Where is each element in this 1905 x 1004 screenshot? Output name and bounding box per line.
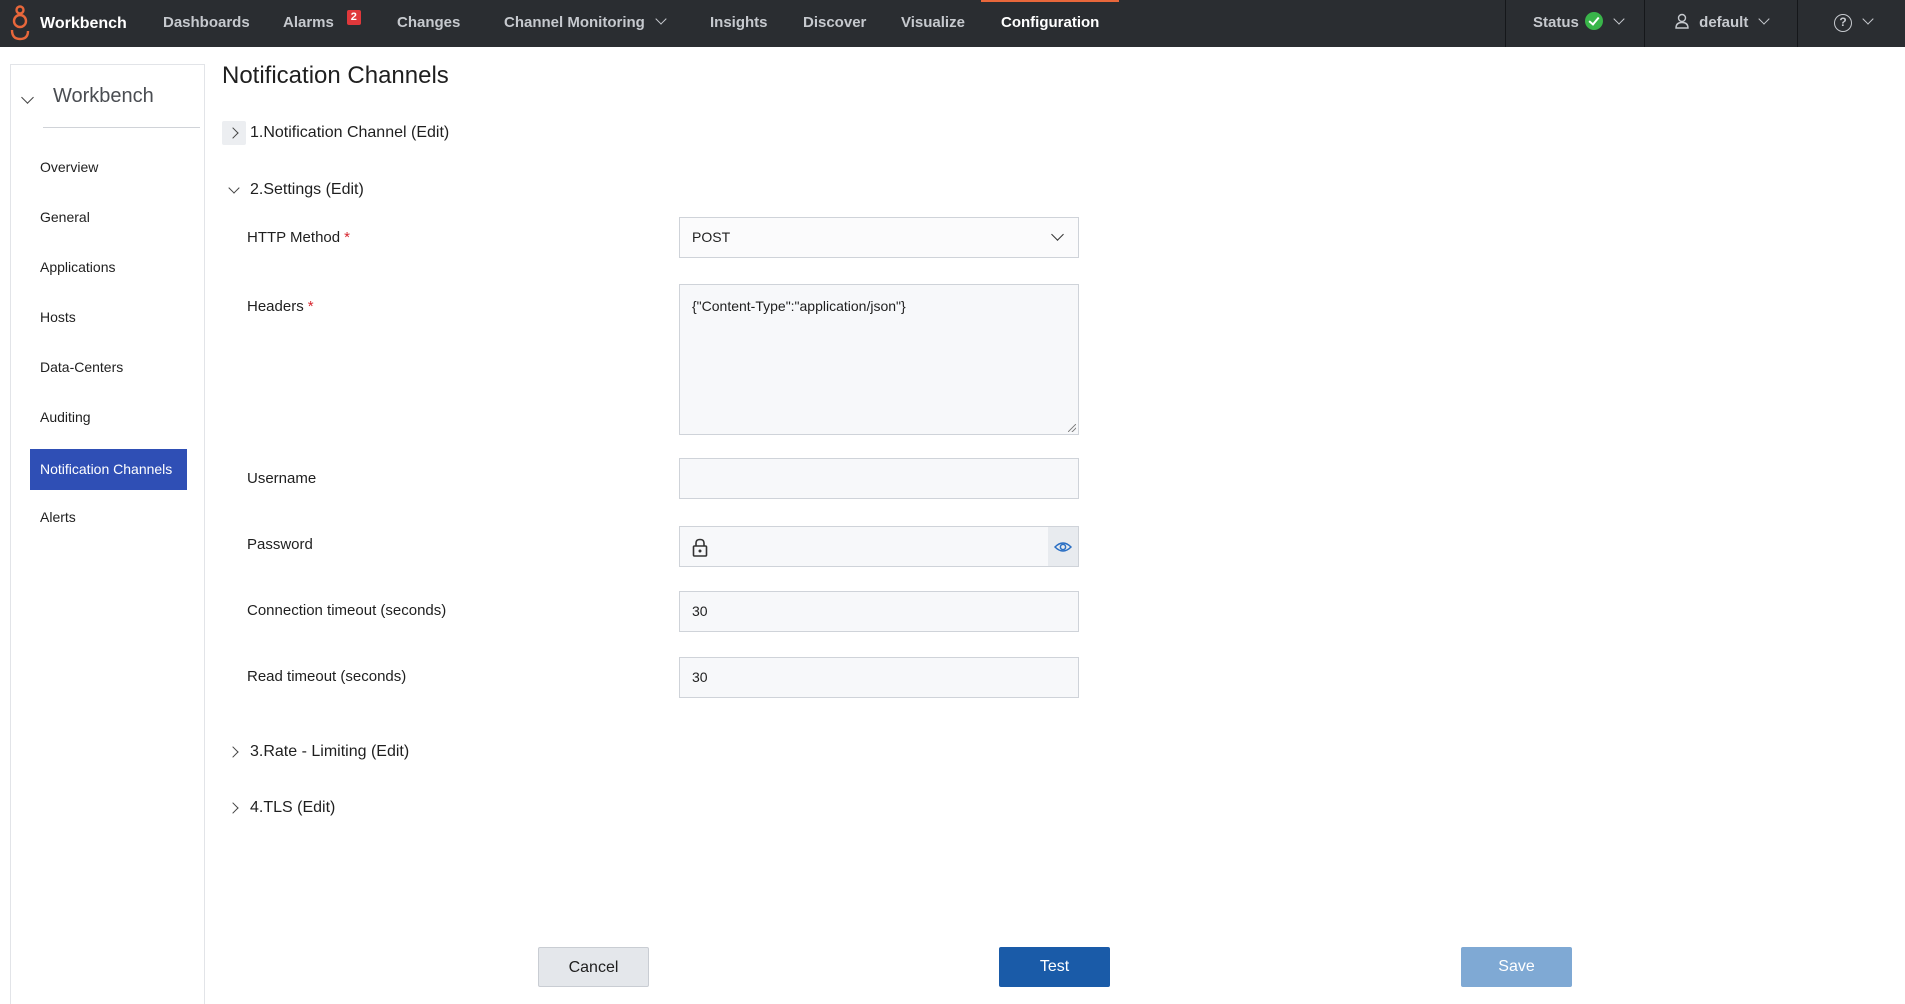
sidebar-item-notification-channels[interactable]: Notification Channels: [30, 449, 187, 490]
password-field: [679, 526, 1079, 567]
chevron-right-icon: [222, 796, 246, 820]
sidebar-item-overview[interactable]: Overview: [30, 147, 187, 188]
headers-textarea[interactable]: {"Content-Type":"application/json"}: [679, 284, 1079, 435]
nav-discover[interactable]: Discover: [803, 0, 866, 47]
sidebar-item-alerts[interactable]: Alerts: [30, 497, 187, 538]
chevron-right-icon: [222, 121, 246, 145]
chevron-right-icon: [222, 740, 246, 764]
brand-name: Workbench: [40, 14, 127, 32]
section-title: 4.TLS (Edit): [250, 799, 336, 816]
show-password-button[interactable]: [1048, 526, 1079, 567]
nav-insights[interactable]: Insights: [710, 0, 768, 47]
required-marker: *: [344, 229, 350, 246]
section-rate-limiting[interactable]: 3.Rate - Limiting (Edit): [222, 740, 409, 764]
chevron-down-icon: [1862, 13, 1874, 25]
field-label-text: HTTP Method: [247, 229, 341, 246]
connection-timeout-input[interactable]: 30: [679, 591, 1079, 632]
test-button[interactable]: Test: [999, 947, 1110, 987]
http-method-select[interactable]: POST: [679, 217, 1079, 258]
save-button[interactable]: Save: [1461, 947, 1572, 987]
section-title: 3.Rate - Limiting (Edit): [250, 743, 410, 760]
section-notification-channel[interactable]: 1.Notification Channel (Edit): [222, 121, 449, 145]
collapse-chevron-icon[interactable]: [21, 91, 34, 104]
nav-alarms-label: Alarms: [283, 14, 334, 31]
http-method-label: HTTP Method *: [247, 229, 350, 246]
section-title: 1.Notification Channel (Edit): [250, 124, 450, 141]
sidebar-item-applications[interactable]: Applications: [30, 247, 187, 288]
username-label: Username: [247, 470, 317, 487]
password-label: Password: [247, 536, 313, 553]
headers-label: Headers *: [247, 298, 314, 315]
user-menu[interactable]: default: [1675, 0, 1771, 47]
nav-channel-monitoring-label: Channel Monitoring: [504, 14, 645, 31]
help-menu[interactable]: ?: [1834, 0, 1874, 47]
section-tls[interactable]: 4.TLS (Edit): [222, 796, 335, 820]
nav-divider: [1797, 0, 1798, 47]
section-settings[interactable]: 2.Settings (Edit): [222, 178, 364, 202]
sidebar-title: Workbench: [53, 85, 154, 107]
nav-divider: [1505, 0, 1506, 47]
nav-dashboards[interactable]: Dashboards: [163, 0, 250, 47]
nav-visualize[interactable]: Visualize: [901, 0, 965, 47]
sidebar: Workbench Overview General Applications …: [10, 64, 205, 1004]
chevron-down-icon: [222, 178, 246, 202]
chevron-down-icon: [1758, 13, 1771, 25]
nav-channel-monitoring[interactable]: Channel Monitoring: [504, 0, 667, 47]
brand[interactable]: Workbench: [8, 0, 127, 47]
headers-value: {"Content-Type":"application/json"}: [692, 298, 906, 314]
username-input[interactable]: [679, 458, 1079, 499]
http-method-value: POST: [692, 229, 731, 245]
sidebar-item-hosts[interactable]: Hosts: [30, 297, 187, 338]
sidebar-item-general[interactable]: General: [30, 197, 187, 238]
nav-changes[interactable]: Changes: [397, 0, 460, 47]
status-label: Status: [1533, 14, 1579, 31]
status-ok-icon: [1585, 12, 1604, 31]
password-input[interactable]: [679, 526, 1049, 567]
user-icon: [1675, 13, 1689, 29]
chevron-down-icon: [655, 13, 667, 25]
chevron-down-icon: [1613, 13, 1625, 25]
sidebar-divider: [43, 127, 200, 128]
page-title: Notification Channels: [222, 62, 449, 89]
alarms-count-badge: 2: [346, 10, 361, 25]
sidebar-item-auditing[interactable]: Auditing: [30, 397, 187, 438]
sidebar-item-data-centers[interactable]: Data-Centers: [30, 347, 187, 388]
section-title: 2.Settings (Edit): [250, 181, 364, 198]
eye-icon: [1054, 541, 1072, 552]
genesys-logo-icon: [10, 4, 30, 40]
connection-timeout-label: Connection timeout (seconds): [247, 602, 447, 619]
nav-divider: [1644, 0, 1645, 47]
chevron-down-icon: [1051, 228, 1064, 241]
nav-alarms[interactable]: Alarms 2: [283, 0, 361, 47]
nav-configuration[interactable]: Configuration: [981, 0, 1120, 47]
required-marker: *: [307, 298, 314, 315]
read-timeout-input[interactable]: 30: [679, 657, 1079, 698]
status-menu[interactable]: Status: [1533, 0, 1625, 47]
resize-handle-icon[interactable]: [1068, 424, 1076, 432]
cancel-button[interactable]: Cancel: [538, 947, 649, 987]
top-navigation-bar: Workbench Dashboards Alarms 2 Changes Ch…: [0, 0, 1905, 47]
help-icon: ?: [1834, 14, 1852, 33]
lock-icon: [692, 538, 708, 557]
field-label-text: Headers: [247, 298, 304, 315]
read-timeout-label: Read timeout (seconds): [247, 668, 407, 685]
user-name: default: [1699, 14, 1749, 31]
